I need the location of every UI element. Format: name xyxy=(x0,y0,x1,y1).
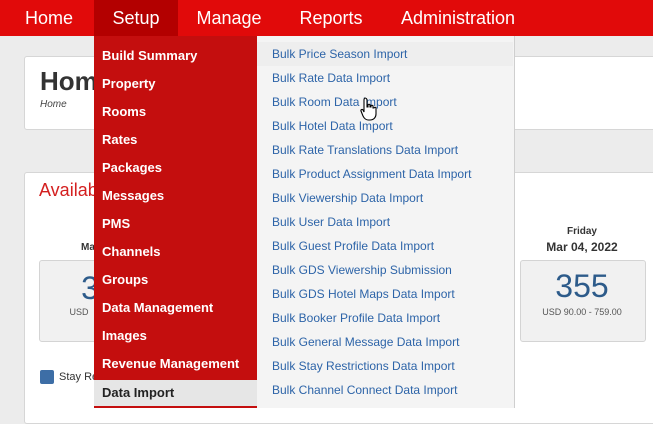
setup-item-messages[interactable]: Messages xyxy=(94,183,257,209)
legend-label: Stay Re xyxy=(59,371,99,383)
setup-item-images[interactable]: Images xyxy=(94,323,257,349)
availability-number-right: 355 xyxy=(555,268,609,304)
availability-usd-right: USD 90.00 - 759.00 xyxy=(542,307,622,317)
availability-usd-left: USD xyxy=(69,307,89,317)
page-title: Hom xyxy=(40,66,98,96)
submenu-item-booker-profile[interactable]: Bulk Booker Profile Data Import xyxy=(257,306,513,330)
submenu-item-guest-profile[interactable]: Bulk Guest Profile Data Import xyxy=(257,234,513,258)
availability-title: Availab xyxy=(39,180,98,200)
day-label-right: Friday xyxy=(566,226,597,237)
submenu-item-hotel-data[interactable]: Bulk Hotel Data Import xyxy=(257,114,513,138)
setup-item-rooms[interactable]: Rooms xyxy=(94,99,257,125)
top-navigation: Home Setup Manage Reports Administration xyxy=(0,0,653,36)
setup-item-pms[interactable]: PMS xyxy=(94,211,257,237)
setup-item-data-import[interactable]: Data Import xyxy=(94,380,257,406)
submenu-item-rate-translations[interactable]: Bulk Rate Translations Data Import xyxy=(257,138,513,162)
submenu-item-room-data[interactable]: Bulk Room Data Import xyxy=(257,90,513,114)
hand-cursor-icon xyxy=(360,97,377,121)
submenu-item-general-message[interactable]: Bulk General Message Data Import xyxy=(257,330,513,354)
nav-setup[interactable]: Setup xyxy=(94,0,178,36)
submenu-item-price-season[interactable]: Bulk Price Season Import xyxy=(257,42,513,66)
setup-item-property[interactable]: Property xyxy=(94,71,257,97)
data-import-submenu: Bulk Price Season Import Bulk Rate Data … xyxy=(257,36,515,408)
date-label-right: Mar 04, 2022 xyxy=(546,240,618,254)
submenu-item-stay-restrictions[interactable]: Bulk Stay Restrictions Data Import xyxy=(257,354,513,378)
nav-administration[interactable]: Administration xyxy=(392,0,524,36)
breadcrumb[interactable]: Home xyxy=(40,99,67,110)
submenu-item-rate-data[interactable]: Bulk Rate Data Import xyxy=(257,66,513,90)
legend-swatch xyxy=(40,370,54,384)
submenu-item-product-assignment[interactable]: Bulk Product Assignment Data Import xyxy=(257,162,513,186)
setup-item-rates[interactable]: Rates xyxy=(94,127,257,153)
setup-item-build-summary[interactable]: Build Summary xyxy=(94,43,257,69)
setup-item-channels[interactable]: Channels xyxy=(94,239,257,265)
setup-item-revenue-management[interactable]: Revenue Management xyxy=(94,351,257,377)
nav-reports[interactable]: Reports xyxy=(290,0,372,36)
setup-item-packages[interactable]: Packages xyxy=(94,155,257,181)
setup-item-groups[interactable]: Groups xyxy=(94,267,257,293)
submenu-item-gds-viewership[interactable]: Bulk GDS Viewership Submission xyxy=(257,258,513,282)
submenu-item-viewership-data[interactable]: Bulk Viewership Data Import xyxy=(257,186,513,210)
setup-dropdown-menu: Build Summary Property Rooms Rates Packa… xyxy=(94,36,257,408)
submenu-item-gds-hotel-maps[interactable]: Bulk GDS Hotel Maps Data Import xyxy=(257,282,513,306)
setup-item-data-management[interactable]: Data Management xyxy=(94,295,257,321)
submenu-item-channel-connect[interactable]: Bulk Channel Connect Data Import xyxy=(257,378,513,402)
nav-manage[interactable]: Manage xyxy=(188,0,270,36)
submenu-item-user-data[interactable]: Bulk User Data Import xyxy=(257,210,513,234)
nav-home[interactable]: Home xyxy=(14,0,84,36)
